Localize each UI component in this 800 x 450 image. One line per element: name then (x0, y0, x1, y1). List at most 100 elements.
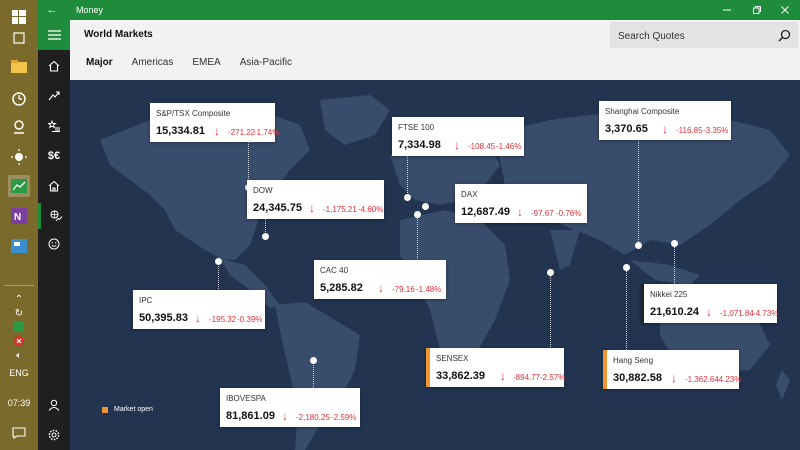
market-card-dax[interactable]: DAX 12,687.49 ↓ -97.67 -0.76% (455, 184, 587, 223)
markets-nav-button[interactable] (38, 83, 70, 109)
clock[interactable]: 07:39 (0, 398, 38, 408)
market-card-nikkei-225[interactable]: Nikkei 225 21,610.24 ↓ -1,071.84 -4.73% (641, 284, 779, 323)
tab-americas[interactable]: Americas (132, 57, 174, 68)
restore-icon (753, 6, 761, 14)
down-arrow-icon: ↓ (214, 124, 220, 138)
market-change: -1,071.84 (720, 309, 754, 318)
market-price: 15,334.81 (156, 125, 205, 137)
market-change: -2,180.25 (296, 413, 330, 422)
tab-asia-pacific[interactable]: Asia-Pacific (240, 57, 292, 68)
volume-icon[interactable]: 🔈︎ (8, 348, 30, 362)
money-app-screen: N ⌃ ↻ 🔈︎ ENG 07:39 ← Money $€ World Mark… (0, 0, 800, 450)
minimize-button[interactable] (712, 0, 742, 20)
news-icon[interactable] (8, 235, 30, 257)
pin-line-hangseng (626, 270, 627, 350)
tab-emea[interactable]: EMEA (192, 57, 220, 68)
market-card-cac-40[interactable]: CAC 40 5,285.82 ↓ -79.16 -1.48% (314, 260, 446, 299)
hamburger-menu-button[interactable] (38, 20, 70, 50)
down-arrow-icon: ↓ (282, 409, 288, 423)
market-percent: -1.48% (416, 285, 442, 294)
pin-dot-ibovespa (310, 357, 317, 364)
app-title: Money (76, 5, 104, 15)
money-app-icon[interactable] (8, 175, 30, 197)
market-price: 21,610.24 (650, 306, 699, 318)
market-name: IPC (139, 296, 153, 305)
market-percent: -4.23% (716, 375, 742, 384)
search-input[interactable]: Search Quotes (618, 31, 685, 42)
tab-major[interactable]: Major (86, 57, 113, 68)
market-card-sp-tsx[interactable]: S&P/TSX Composite 15,334.81 ↓ -271.22 -1… (150, 103, 279, 142)
search-icon (777, 29, 790, 42)
pin-line-ftse (407, 153, 408, 197)
market-change: -1,175.21 (323, 205, 357, 214)
market-card-hang-seng[interactable]: Hang Seng 30,882.58 ↓ -1,362.64 -4.23% (603, 350, 742, 389)
market-card-shanghai[interactable]: Shanghai Composite 3,370.65 ↓ -116.85 -3… (599, 101, 731, 140)
feedback-nav-button[interactable] (38, 231, 70, 257)
market-price: 3,370.65 (605, 123, 648, 135)
market-change: -894.77 (513, 373, 541, 382)
close-button[interactable] (770, 0, 800, 20)
person-icon (48, 399, 60, 411)
gear-icon (48, 429, 60, 441)
market-legend: Market open (102, 406, 153, 413)
market-card-ipc[interactable]: IPC 50,395.83 ↓ -195.32 -0.39% (133, 290, 265, 329)
search-quotes-box[interactable]: Search Quotes (610, 22, 798, 48)
market-percent: -2.57% (540, 373, 566, 382)
windows-start-icon[interactable] (8, 6, 30, 28)
down-arrow-icon: ↓ (309, 201, 315, 215)
currencies-nav-button[interactable]: $€ (38, 143, 70, 169)
market-percent: -3.35% (703, 126, 729, 135)
network-error-icon[interactable] (8, 334, 30, 348)
task-view-icon[interactable] (8, 27, 30, 49)
down-arrow-icon: ↓ (454, 138, 460, 152)
watchlist-nav-button[interactable] (38, 113, 70, 139)
restore-button[interactable] (742, 0, 772, 20)
file-explorer-icon[interactable] (8, 56, 30, 78)
market-change: -97.67 (531, 209, 554, 218)
market-price: 33,862.39 (436, 370, 485, 382)
market-name: CAC 40 (320, 266, 349, 275)
market-percent: -4.60% (358, 205, 384, 214)
action-center-icon[interactable] (8, 422, 30, 444)
pin-dot-sensex (547, 269, 554, 276)
sync-icon[interactable]: ↻ (8, 306, 30, 320)
alarms-icon[interactable] (8, 87, 30, 109)
back-arrow-icon[interactable]: ← (44, 2, 60, 18)
svg-text:N: N (14, 212, 21, 223)
market-percent: -0.76% (556, 209, 582, 218)
down-arrow-icon: ↓ (706, 305, 712, 319)
market-card-ftse-100[interactable]: FTSE 100 7,334.98 ↓ -108.45 -1.46% (392, 117, 524, 156)
market-name: Nikkei 225 (650, 290, 688, 299)
minimize-icon (723, 9, 731, 11)
language-indicator[interactable]: ENG (0, 368, 38, 378)
house-icon (48, 180, 60, 192)
pin-dot-ipc (215, 258, 222, 265)
weather-icon[interactable] (8, 146, 30, 168)
legend-label: Market open (114, 406, 153, 413)
down-arrow-icon: ↓ (662, 122, 668, 136)
onenote-icon[interactable]: N (8, 205, 30, 227)
settings-nav-button[interactable] (38, 422, 70, 448)
market-change: -271.22 (228, 128, 256, 137)
market-name: Hang Seng (613, 356, 654, 365)
market-card-ibovespa[interactable]: IBOVESPA 81,861.09 ↓ -2,180.25 -2.59% (220, 388, 360, 427)
market-change: -195.32 (209, 315, 237, 324)
market-card-dow[interactable]: DOW 24,345.75 ↓ -1,175.21 -4.60% (247, 180, 384, 219)
close-icon (781, 6, 789, 14)
account-nav-button[interactable] (38, 392, 70, 418)
down-arrow-icon: ↓ (671, 371, 677, 385)
hamburger-icon (47, 30, 61, 40)
down-arrow-icon: ↓ (500, 369, 506, 383)
notification-icon[interactable] (8, 320, 30, 334)
chevron-up-icon[interactable]: ⌃ (8, 292, 30, 306)
maps-icon[interactable] (8, 116, 30, 138)
market-card-sensex[interactable]: SENSEX 33,862.39 ↓ -894.77 -2.57% (426, 348, 566, 387)
mortgage-nav-button[interactable] (38, 173, 70, 199)
market-percent: -4.73% (753, 309, 779, 318)
world-markets-nav-button[interactable] (38, 203, 70, 229)
market-price: 30,882.58 (613, 372, 662, 384)
taskbar-separator (4, 285, 34, 286)
watchlist-star-icon (48, 120, 60, 132)
search-button[interactable] (775, 26, 793, 44)
home-nav-button[interactable] (38, 53, 70, 79)
